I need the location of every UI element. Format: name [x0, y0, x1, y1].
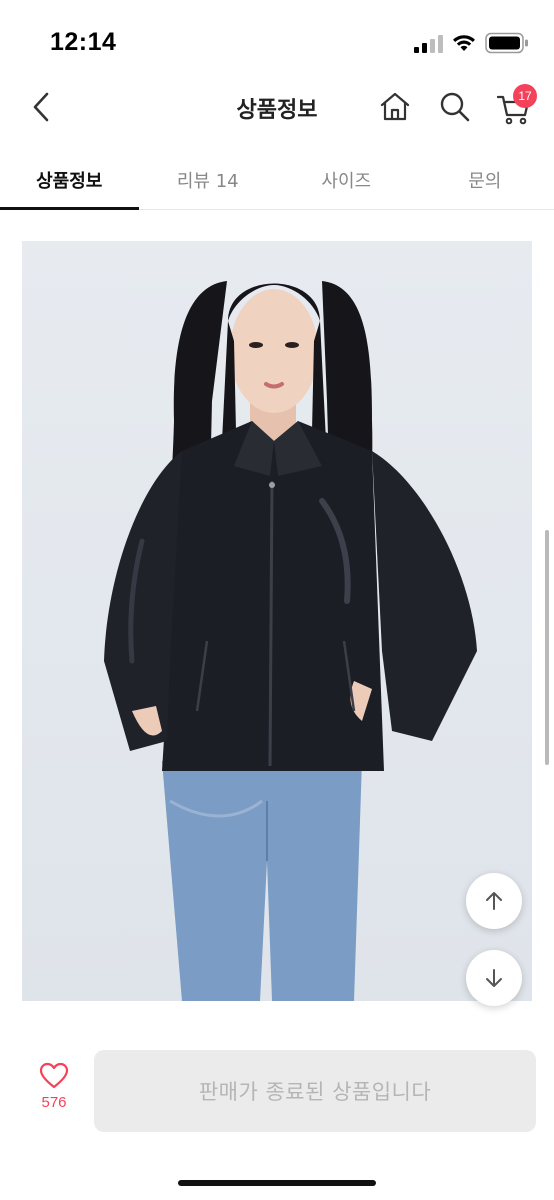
search-button[interactable]	[438, 90, 472, 124]
like-count: 576	[41, 1094, 67, 1111]
home-icon	[380, 92, 410, 121]
battery-icon	[485, 32, 528, 54]
heart-icon	[39, 1062, 69, 1089]
product-tabs: 상품정보 리뷰 14 사이즈 문의	[0, 150, 554, 210]
product-image	[22, 241, 532, 1001]
tab-product-info[interactable]: 상품정보	[0, 150, 139, 210]
sold-out-button[interactable]: 판매가 종료된 상품입니다	[94, 1050, 536, 1132]
purchase-bar: 576 판매가 종료된 상품입니다	[0, 1030, 554, 1160]
home-indicator	[178, 1180, 376, 1186]
model-illustration	[104, 281, 477, 1001]
tab-inquiry[interactable]: 문의	[416, 150, 554, 209]
arrow-up-icon	[486, 892, 502, 910]
app-header: 상품정보	[0, 80, 554, 138]
scroll-to-bottom-button[interactable]	[466, 950, 522, 1006]
search-icon	[440, 92, 470, 122]
status-bar: 12:14	[0, 0, 554, 80]
tab-reviews[interactable]: 리뷰 14	[139, 150, 278, 209]
arrow-down-icon	[486, 969, 502, 987]
scroll-to-top-button[interactable]	[466, 873, 522, 929]
tab-size[interactable]: 사이즈	[277, 150, 416, 209]
cellular-signal-icon	[414, 35, 443, 53]
scrollbar[interactable]	[545, 530, 549, 765]
like-button[interactable]: 576	[26, 1062, 82, 1124]
home-button[interactable]	[378, 90, 412, 124]
status-time: 12:14	[50, 28, 117, 56]
wifi-icon	[453, 35, 475, 51]
cart-count-badge: 17	[513, 84, 537, 108]
